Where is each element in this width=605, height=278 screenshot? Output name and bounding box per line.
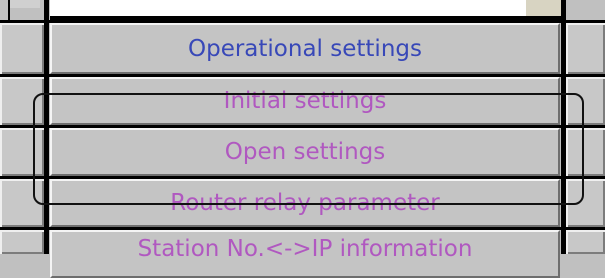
- top-text-field[interactable]: [50, 0, 526, 16]
- initial-settings-label: Initial settings: [223, 88, 387, 114]
- station-ip-information-button[interactable]: Station No.<->IP information: [50, 230, 560, 278]
- row-header-cell[interactable]: [0, 179, 44, 227]
- operational-settings-button[interactable]: Operational settings: [50, 23, 560, 74]
- settings-menu-grid: Operational settings Initial settings Op…: [0, 0, 605, 278]
- row-end-cell[interactable]: [566, 77, 605, 125]
- router-relay-parameter-button[interactable]: Router relay parameter: [50, 179, 560, 227]
- top-left-cell: [10, 0, 40, 8]
- open-settings-button[interactable]: Open settings: [50, 128, 560, 176]
- row-end-cell[interactable]: [566, 23, 605, 74]
- operational-settings-label: Operational settings: [188, 35, 422, 62]
- row-header-cell[interactable]: [0, 230, 44, 254]
- top-scroll-grip[interactable]: [526, 0, 562, 16]
- row-header-cell[interactable]: [0, 128, 44, 176]
- initial-settings-button[interactable]: Initial settings: [50, 77, 560, 125]
- open-settings-label: Open settings: [224, 139, 386, 165]
- station-ip-information-label: Station No.<->IP information: [137, 236, 473, 262]
- row-end-cell[interactable]: [566, 128, 605, 176]
- row-end-cell[interactable]: [566, 179, 605, 227]
- router-relay-parameter-label: Router relay parameter: [170, 190, 440, 216]
- row-header-cell[interactable]: [0, 23, 44, 74]
- row-end-cell[interactable]: [566, 230, 605, 254]
- row-header-cell[interactable]: [0, 77, 44, 125]
